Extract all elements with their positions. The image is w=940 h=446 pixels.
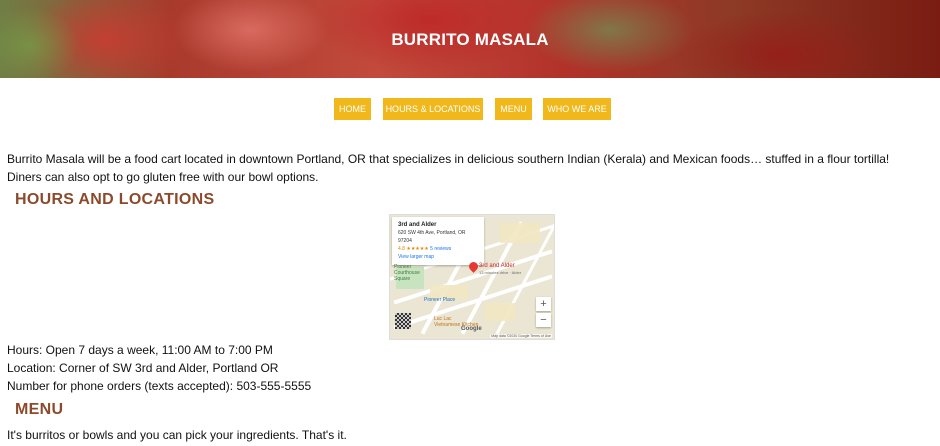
hero-banner: BURRITO MASALA (0, 0, 940, 78)
google-logo: Google (461, 326, 482, 332)
hours-locations-heading: HOURS AND LOCATIONS (15, 191, 215, 208)
map-place-card: 3rd and Alder 620 SW 4th Ave, Portland, … (392, 217, 484, 265)
map-pin-sublabel: 13 minutes drive · Alder (479, 270, 522, 275)
map-poi-courthouse: Pioneer Courthouse Square (394, 264, 420, 282)
map-pin-label: 3rd and Alder (479, 263, 515, 269)
map-rating: 4.8 ★★★★★ (398, 246, 429, 252)
site-title: BURRITO MASALA (391, 30, 549, 49)
qr-code-icon (395, 313, 411, 329)
menu-heading: MENU (15, 401, 64, 418)
nav-home-button[interactable]: HOME (334, 98, 371, 120)
nav-who-we-are-button[interactable]: WHO WE ARE (543, 98, 611, 120)
map-place-address: 620 SW 4th Ave, Portland, OR 97204 (398, 230, 466, 244)
map-zoom-out-button[interactable]: − (536, 313, 551, 327)
nav-hours-locations-button[interactable]: HOURS & LOCATIONS (383, 98, 483, 120)
hours-text: Hours: Open 7 days a week, 11:00 AM to 7… (7, 343, 273, 357)
location-text: Location: Corner of SW 3rd and Alder, Po… (7, 361, 279, 375)
menu-text: It's burritos or bowls and you can pick … (7, 428, 347, 442)
embedded-map[interactable]: 3rd and Alder 620 SW 4th Ave, Portland, … (389, 214, 555, 340)
view-larger-map-link[interactable]: View larger map (398, 253, 478, 261)
map-zoom-in-button[interactable]: + (536, 297, 551, 311)
map-attribution[interactable]: Map data ©2020 Google Terms of Use (490, 334, 552, 338)
intro-line-1: Burrito Masala will be a food cart locat… (7, 152, 890, 166)
intro-line-2: Diners can also opt to go gluten free wi… (7, 170, 319, 184)
phone-text: Number for phone orders (texts accepted)… (7, 379, 312, 393)
map-place-name: 3rd and Alder (398, 222, 437, 228)
main-nav: HOME HOURS & LOCATIONS MENU WHO WE ARE (0, 98, 940, 120)
nav-menu-button[interactable]: MENU (495, 98, 532, 120)
map-poi-pioneer-place: Pioneer Place (424, 297, 456, 303)
map-reviews-link[interactable]: 5 reviews (430, 246, 451, 252)
